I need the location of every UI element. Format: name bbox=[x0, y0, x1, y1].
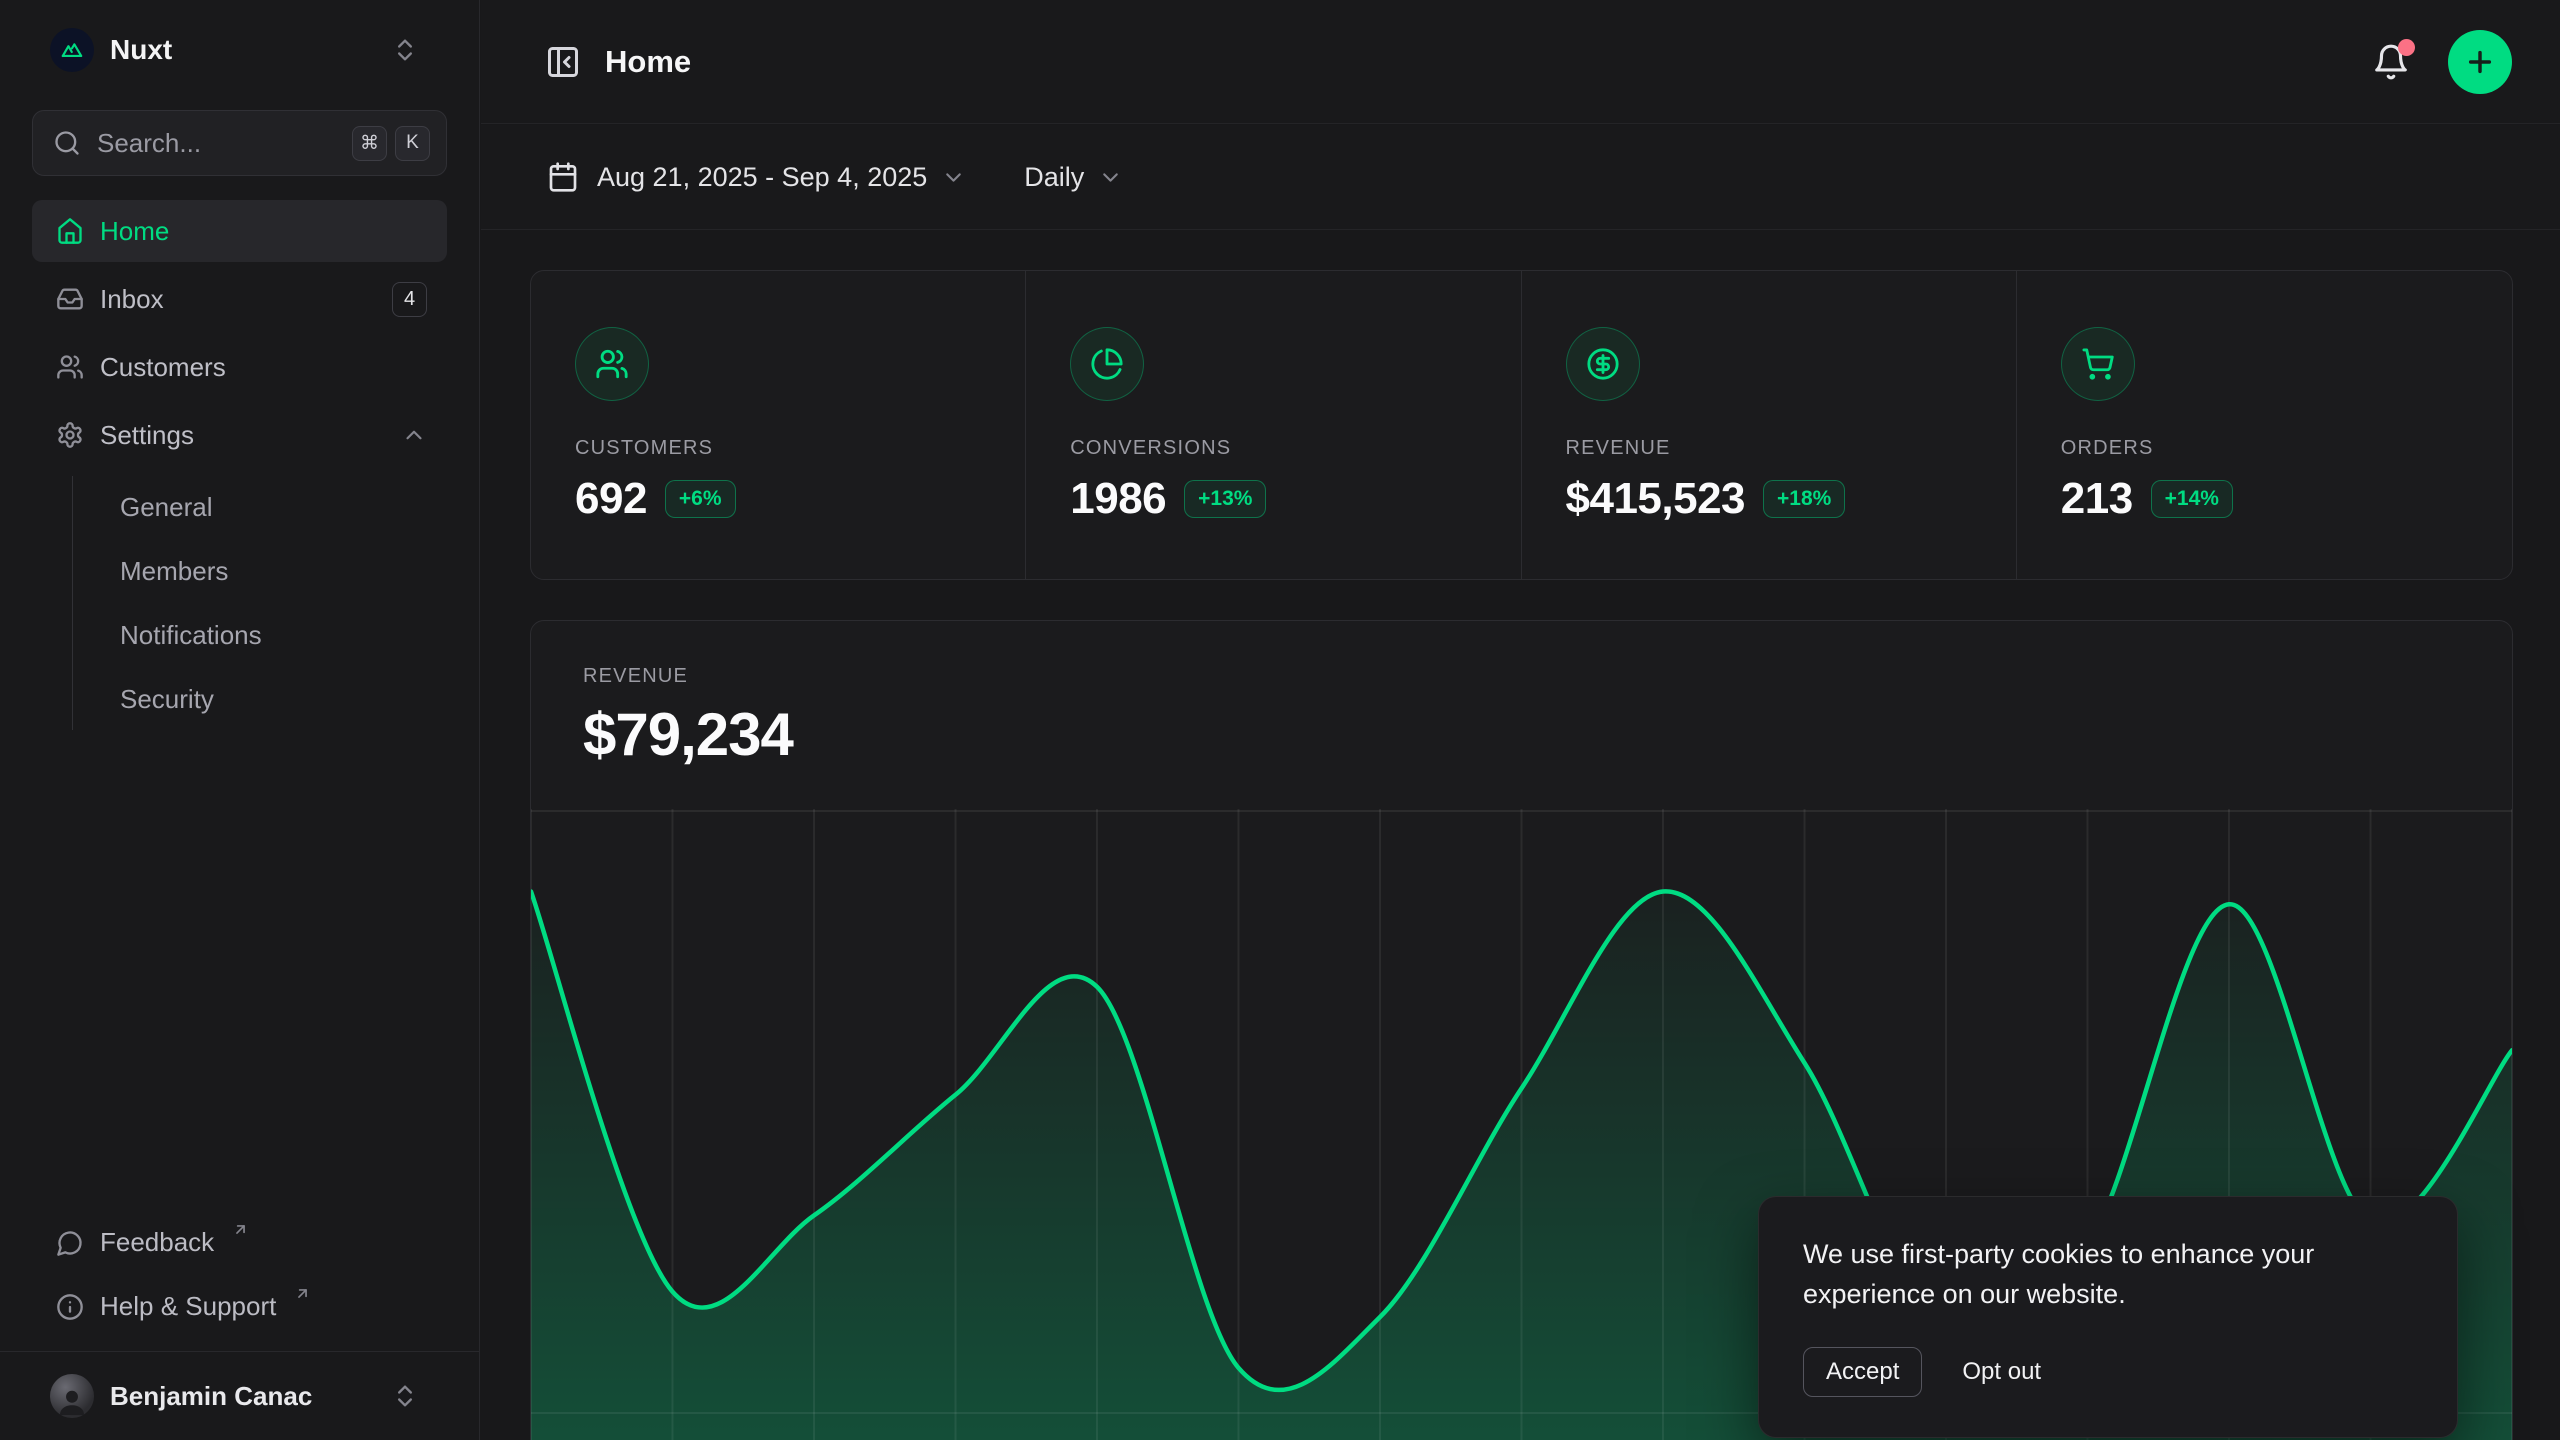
cmd-key: ⌘ bbox=[352, 126, 387, 161]
stat-conversions[interactable]: CONVERSIONS 1986 +13% bbox=[1026, 271, 1521, 579]
search-input[interactable]: Search... ⌘ K bbox=[32, 110, 447, 176]
stat-label: ORDERS bbox=[2061, 437, 2468, 460]
users-icon bbox=[575, 327, 649, 401]
sidebar-item-customers[interactable]: Customers bbox=[32, 336, 447, 398]
help-support-link[interactable]: Help & Support bbox=[32, 1277, 447, 1337]
sidebar-item-label: Inbox bbox=[100, 284, 164, 315]
info-circle-icon bbox=[56, 1293, 84, 1321]
stat-orders[interactable]: ORDERS 213 +14% bbox=[2017, 271, 2512, 579]
filters-toolbar: Aug 21, 2025 - Sep 4, 2025 Daily bbox=[481, 125, 2560, 230]
sub-item-label: Security bbox=[120, 684, 214, 715]
gear-icon bbox=[56, 421, 84, 449]
user-menu[interactable]: Benjamin Canac bbox=[0, 1351, 479, 1440]
feedback-link[interactable]: Feedback bbox=[32, 1213, 447, 1273]
inbox-icon bbox=[56, 285, 84, 313]
shopping-cart-icon bbox=[2061, 327, 2135, 401]
page-header: Home bbox=[481, 0, 2560, 124]
notification-dot bbox=[2398, 39, 2415, 56]
stat-delta-badge: +6% bbox=[665, 480, 736, 518]
feedback-label: Feedback bbox=[100, 1227, 214, 1258]
sub-item-label: Notifications bbox=[120, 620, 262, 651]
stat-revenue[interactable]: REVENUE $415,523 +18% bbox=[1522, 271, 2017, 579]
pie-chart-icon bbox=[1070, 327, 1144, 401]
sub-item-label: Members bbox=[120, 556, 228, 587]
chevrons-up-down-icon bbox=[391, 1382, 419, 1410]
sidebar-item-label: Customers bbox=[100, 352, 226, 383]
external-link-icon bbox=[232, 1221, 249, 1238]
sidebar-item-label: Settings bbox=[100, 420, 194, 451]
search-placeholder: Search... bbox=[97, 128, 201, 159]
dashboard-app: Nuxt Search... ⌘ K Home bbox=[0, 0, 2560, 1440]
opt-out-button[interactable]: Opt out bbox=[1962, 1358, 2041, 1386]
add-button[interactable] bbox=[2448, 30, 2512, 94]
chevron-up-icon bbox=[401, 422, 427, 448]
stat-value: 692 bbox=[575, 474, 647, 524]
search-icon bbox=[53, 129, 81, 157]
circle-dollar-icon bbox=[1566, 327, 1640, 401]
stat-label: CUSTOMERS bbox=[575, 437, 981, 460]
sub-item-label: General bbox=[120, 492, 213, 523]
revenue-chart-label: REVENUE bbox=[583, 665, 2460, 688]
stat-label: CONVERSIONS bbox=[1070, 437, 1476, 460]
chevrons-up-down-icon bbox=[391, 36, 419, 64]
sidebar-item-home[interactable]: Home bbox=[32, 200, 447, 262]
sidebar-nav: Home Inbox 4 Customers Settings bbox=[32, 200, 447, 730]
granularity-label: Daily bbox=[1024, 162, 1084, 193]
sidebar: Nuxt Search... ⌘ K Home bbox=[0, 0, 480, 1440]
settings-sub-nav: General Members Notifications Security bbox=[72, 476, 447, 730]
calendar-icon bbox=[547, 161, 579, 193]
sidebar-spacer bbox=[0, 730, 479, 1213]
sidebar-footer: Feedback Help & Support bbox=[32, 1213, 447, 1337]
date-range-picker[interactable]: Aug 21, 2025 - Sep 4, 2025 bbox=[547, 161, 966, 193]
message-circle-icon bbox=[56, 1229, 84, 1257]
revenue-chart-header: REVENUE $79,234 bbox=[531, 621, 2512, 769]
sidebar-item-label: Home bbox=[100, 216, 169, 247]
search-shortcut: ⌘ K bbox=[352, 126, 430, 161]
revenue-chart-value: $79,234 bbox=[583, 700, 2460, 769]
external-link-icon bbox=[294, 1285, 311, 1302]
page-title: Home bbox=[605, 44, 691, 80]
inbox-unread-badge: 4 bbox=[392, 282, 427, 317]
chevron-down-icon bbox=[941, 165, 966, 190]
cookie-banner: We use first-party cookies to enhance yo… bbox=[1758, 1196, 2458, 1438]
sidebar-item-security[interactable]: Security bbox=[106, 668, 447, 730]
chevron-down-icon bbox=[1098, 165, 1123, 190]
accept-button[interactable]: Accept bbox=[1803, 1347, 1922, 1397]
stats-card: CUSTOMERS 692 +6% CONVERSIONS 1986 +13% … bbox=[530, 270, 2513, 580]
stat-label: REVENUE bbox=[1566, 437, 1972, 460]
cookie-message: We use first-party cookies to enhance yo… bbox=[1803, 1235, 2413, 1315]
stat-value: 1986 bbox=[1070, 474, 1166, 524]
sidebar-item-inbox[interactable]: Inbox 4 bbox=[32, 268, 447, 330]
help-support-label: Help & Support bbox=[100, 1291, 276, 1322]
nuxt-logo-icon bbox=[50, 28, 94, 72]
stat-customers[interactable]: CUSTOMERS 692 +6% bbox=[531, 271, 1026, 579]
stat-delta-badge: +14% bbox=[2151, 480, 2233, 518]
sidebar-collapse-icon[interactable] bbox=[545, 44, 581, 80]
notifications-button[interactable] bbox=[2372, 43, 2410, 81]
cookie-actions: Accept Opt out bbox=[1803, 1347, 2413, 1397]
workspace-switcher[interactable]: Nuxt bbox=[0, 0, 479, 96]
stat-value: 213 bbox=[2061, 474, 2133, 524]
workspace-name: Nuxt bbox=[110, 34, 172, 66]
header-actions bbox=[2372, 30, 2512, 94]
sidebar-item-notifications[interactable]: Notifications bbox=[106, 604, 447, 666]
sidebar-item-settings[interactable]: Settings bbox=[32, 404, 447, 466]
home-icon bbox=[56, 217, 84, 245]
date-range-label: Aug 21, 2025 - Sep 4, 2025 bbox=[597, 162, 927, 193]
stat-delta-badge: +18% bbox=[1763, 480, 1845, 518]
k-key: K bbox=[395, 126, 430, 161]
sidebar-item-general[interactable]: General bbox=[106, 476, 447, 538]
user-name: Benjamin Canac bbox=[110, 1381, 312, 1412]
sidebar-item-members[interactable]: Members bbox=[106, 540, 447, 602]
avatar bbox=[50, 1374, 94, 1418]
granularity-select[interactable]: Daily bbox=[1024, 162, 1123, 193]
stat-delta-badge: +13% bbox=[1184, 480, 1266, 518]
users-icon bbox=[56, 353, 84, 381]
stat-value: $415,523 bbox=[1566, 474, 1746, 524]
